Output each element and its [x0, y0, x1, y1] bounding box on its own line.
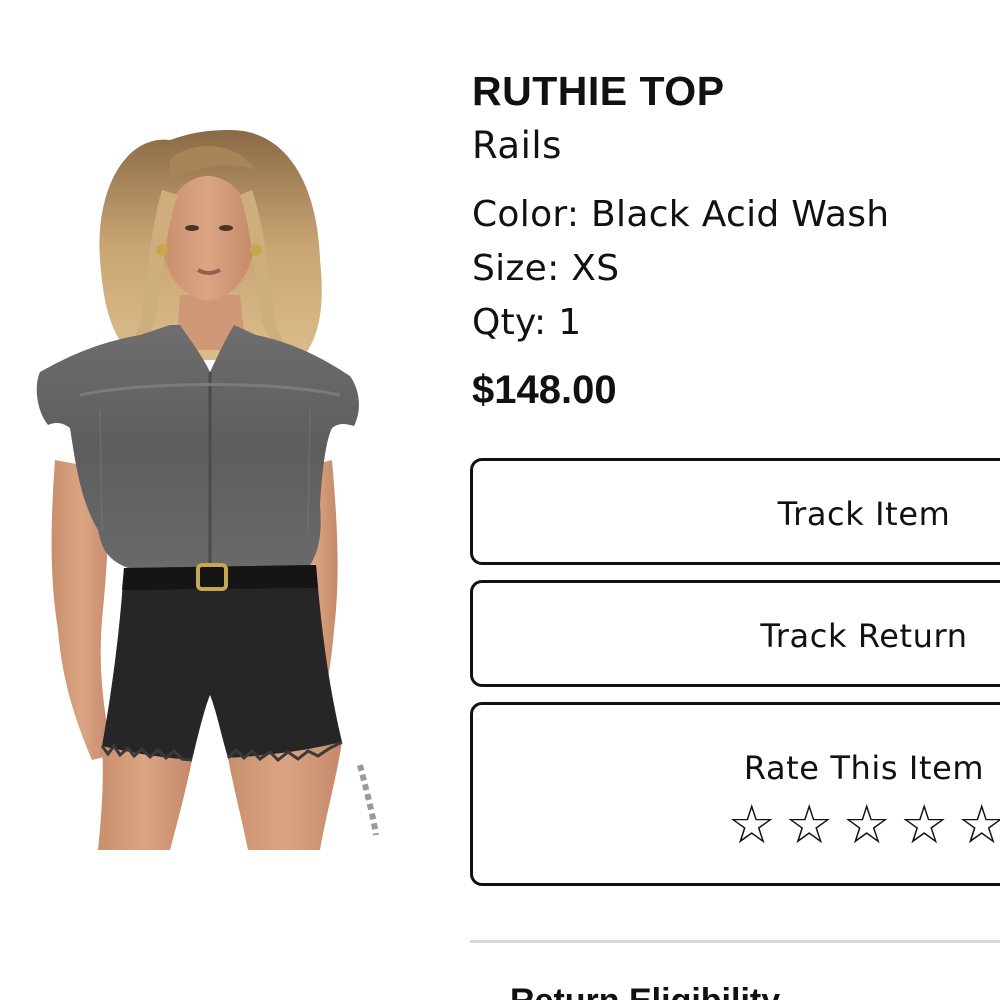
return-eligibility-heading[interactable]: Return Eligibility	[510, 982, 780, 1000]
star-rating: ☆ ☆ ☆ ☆ ☆	[723, 798, 1000, 852]
product-quantity: Qty: 1	[472, 302, 581, 343]
track-item-button[interactable]: Track Item	[470, 458, 1000, 565]
size-value: XS	[571, 248, 620, 289]
product-size: Size: XS	[472, 248, 619, 289]
order-item-detail: RUTHIE TOP Rails Color: Black Acid Wash …	[0, 0, 1000, 1000]
track-return-label: Track Return	[760, 617, 968, 655]
qty-value: 1	[558, 302, 582, 343]
track-return-button[interactable]: Track Return	[470, 580, 1000, 687]
product-image	[36, 130, 379, 850]
rate-item-label: Rate This Item	[743, 749, 985, 787]
track-item-label: Track Item	[777, 495, 951, 533]
product-brand: Rails	[472, 124, 562, 167]
color-label: Color:	[472, 194, 580, 235]
star-4-icon[interactable]: ☆	[896, 798, 954, 852]
star-5-icon[interactable]: ☆	[953, 798, 1000, 852]
star-2-icon[interactable]: ☆	[781, 798, 839, 852]
section-divider	[470, 940, 1000, 943]
star-1-icon[interactable]: ☆	[723, 798, 781, 852]
product-color: Color: Black Acid Wash	[472, 194, 889, 235]
rate-item-panel: Rate This Item ☆ ☆ ☆ ☆ ☆	[470, 702, 1000, 886]
size-label: Size:	[472, 248, 560, 289]
product-price: $148.00	[472, 368, 617, 412]
qty-label: Qty:	[472, 302, 547, 343]
product-name: RUTHIE TOP	[472, 68, 725, 114]
star-3-icon[interactable]: ☆	[838, 798, 896, 852]
color-value: Black Acid Wash	[591, 194, 890, 235]
